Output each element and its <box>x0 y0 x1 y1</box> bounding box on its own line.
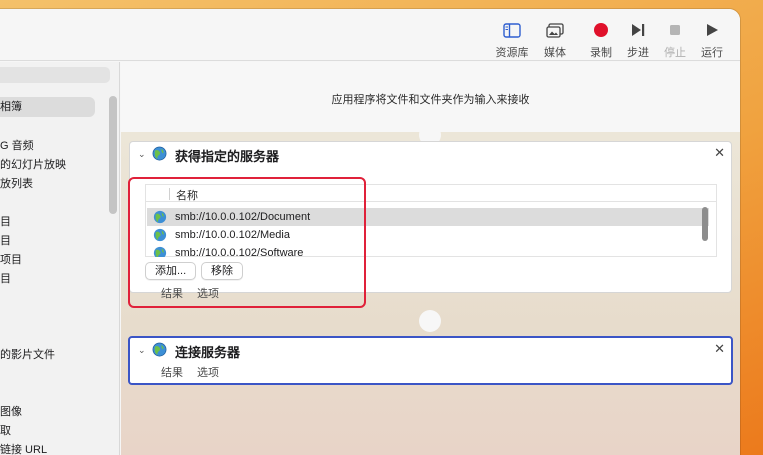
tab-options[interactable]: 选项 <box>197 288 219 300</box>
add-button[interactable]: 添加... <box>145 262 197 280</box>
sidebar-item-label: G 音频 <box>0 140 34 152</box>
sidebar-item-label: 取 <box>0 425 11 437</box>
sidebar-item-label: 图像 <box>0 406 22 418</box>
toolbar: 资源库 媒体 录制 步进 停止 运行 <box>0 9 740 61</box>
library-label: 资源库 <box>495 47 529 59</box>
network-globe-icon <box>153 246 167 257</box>
play-icon <box>690 19 734 41</box>
library-search-field[interactable] <box>0 67 110 83</box>
action-header: ⌄ 连接服务器 ✕ <box>130 338 731 362</box>
server-url: smb://10.0.0.102/Document <box>175 211 311 223</box>
sidebar-item[interactable]: 取 <box>0 422 11 438</box>
sidebar-icon <box>490 19 534 41</box>
network-globe-icon <box>152 146 167 161</box>
server-table: 名称 smb://10.0.0.102/Document smb://10.0.… <box>145 184 717 257</box>
remove-button[interactable]: 移除 <box>201 262 243 280</box>
library-sidebar: 相簿 G 音频 的幻灯片放映 放列表 目 目 项目 目 的影片文件 图像 取 链… <box>0 62 120 455</box>
chevron-down-icon[interactable]: ⌄ <box>138 345 146 356</box>
sidebar-item-label: 的幻灯片放映 <box>0 159 66 171</box>
sidebar-item[interactable]: 目 <box>0 213 11 229</box>
connector-middle <box>419 310 441 332</box>
chevron-down-icon[interactable]: ⌄ <box>138 149 146 160</box>
close-icon[interactable]: ✕ <box>714 145 725 161</box>
tab-results[interactable]: 结果 <box>161 367 183 379</box>
table-header: 名称 <box>146 185 716 202</box>
sidebar-item-label: 链接 URL <box>0 444 48 455</box>
sidebar-scrollbar[interactable] <box>109 96 117 214</box>
server-url: smb://10.0.0.102/Media <box>175 229 290 241</box>
action-connect-to-server[interactable]: ⌄ 连接服务器 ✕ 结果 选项 <box>128 336 733 385</box>
automator-window: 资源库 媒体 录制 步进 停止 运行 相簿 G 音频 的幻灯片放映 放列表 目 … <box>0 9 740 455</box>
sidebar-item[interactable]: 项目 <box>0 251 22 267</box>
network-globe-icon <box>153 228 167 242</box>
sidebar-item[interactable]: 的幻灯片放映 <box>0 156 66 172</box>
media-label: 媒体 <box>544 47 566 59</box>
sidebar-item[interactable]: 相簿 <box>0 97 95 117</box>
media-button[interactable]: 媒体 <box>533 19 577 60</box>
sidebar-item-label: 目 <box>0 216 11 228</box>
action-title: 获得指定的服务器 <box>175 149 280 164</box>
action-title: 连接服务器 <box>175 345 241 360</box>
run-button[interactable]: 运行 <box>690 19 734 60</box>
sidebar-item[interactable]: 目 <box>0 232 11 248</box>
sidebar-item[interactable]: 目 <box>0 270 11 286</box>
sidebar-item[interactable]: G 音频 <box>0 137 34 153</box>
workflow-input-text: 应用程序将文件和文件夹作为输入来接收 <box>331 94 530 106</box>
workflow-canvas: ⌄ 获得指定的服务器 ✕ 名称 smb://10.0.0.102/Documen… <box>121 124 740 455</box>
table-row[interactable]: smb://10.0.0.102/Media <box>147 226 709 244</box>
table-row[interactable]: smb://10.0.0.102/Software <box>147 244 709 257</box>
sidebar-item-label: 放列表 <box>0 178 33 190</box>
action-header: ⌄ 获得指定的服务器 ✕ <box>130 142 731 166</box>
sidebar-item-label: 项目 <box>0 254 22 266</box>
tab-results[interactable]: 结果 <box>161 288 183 300</box>
sidebar-item-label: 目 <box>0 273 11 285</box>
sidebar-item[interactable]: 放列表 <box>0 175 33 191</box>
workflow-input-info: 应用程序将文件和文件夹作为输入来接收 <box>121 62 740 132</box>
sidebar-item-label: 相簿 <box>0 101 22 113</box>
sidebar-item-label: 的影片文件 <box>0 349 55 361</box>
table-row[interactable]: smb://10.0.0.102/Document <box>147 208 709 226</box>
sidebar-item[interactable]: 的影片文件 <box>0 346 55 362</box>
action-footer-tabs: 结果 选项 <box>161 285 233 301</box>
sidebar-item-label: 目 <box>0 235 11 247</box>
sidebar-item[interactable]: 图像 <box>0 403 22 419</box>
column-header-name[interactable]: 名称 <box>176 187 198 203</box>
tab-options[interactable]: 选项 <box>197 367 219 379</box>
sidebar-item[interactable]: 链接 URL <box>0 441 47 455</box>
column-divider <box>169 188 170 200</box>
photo-icon <box>533 19 577 41</box>
network-globe-icon <box>152 342 167 357</box>
action-footer-tabs: 结果 选项 <box>161 364 233 380</box>
run-label: 运行 <box>701 47 723 59</box>
table-scrollbar[interactable] <box>702 207 708 241</box>
library-button[interactable]: 资源库 <box>490 19 534 60</box>
server-url: smb://10.0.0.102/Software <box>175 247 304 257</box>
workflow-area: 应用程序将文件和文件夹作为输入来接收 ⌄ 获得指定的服务器 ✕ 名称 smb:/… <box>121 62 740 455</box>
network-globe-icon <box>153 210 167 224</box>
close-icon[interactable]: ✕ <box>714 341 725 357</box>
action-get-specified-servers[interactable]: ⌄ 获得指定的服务器 ✕ 名称 smb://10.0.0.102/Documen… <box>129 141 732 300</box>
